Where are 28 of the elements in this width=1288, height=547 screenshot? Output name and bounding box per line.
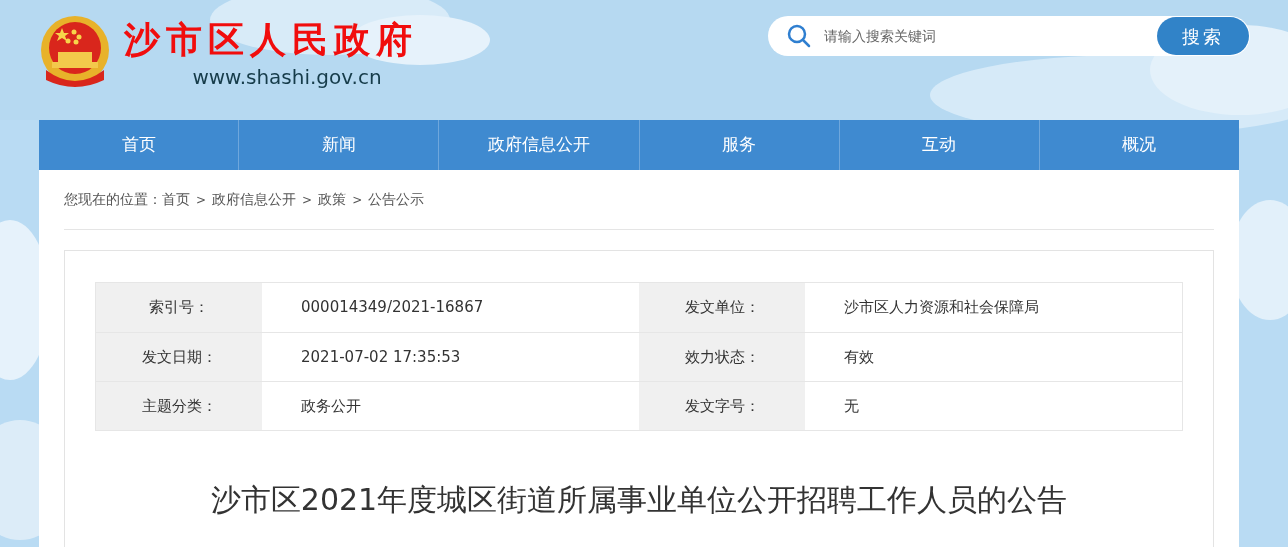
site-title: 沙市区人民政府 [124, 18, 418, 62]
site-url: www.shashi.gov.cn [192, 64, 382, 90]
search-icon [786, 23, 812, 49]
article-title: 沙市区2021年度城区街道所属事业单位公开招聘工作人员的公告 [209, 481, 1069, 519]
field-label: 发文单位： [639, 283, 805, 332]
breadcrumb-separator: > [301, 191, 314, 209]
breadcrumb-link[interactable]: 公告公示 [368, 189, 425, 210]
field-label: 发文日期： [96, 333, 262, 381]
breadcrumb-separator: > [195, 191, 208, 209]
breadcrumb-link[interactable]: 首页 [162, 189, 190, 210]
search-field[interactable]: 请输入搜索关键词 搜索 [768, 16, 1250, 56]
field-label: 主题分类： [96, 382, 262, 430]
breadcrumb-link[interactable]: 政府信息公开 [212, 189, 297, 210]
field-value: 2021-07-02 17:35:53 [300, 346, 462, 368]
field-label: 发文字号： [639, 382, 805, 430]
field-value: 000014349/2021-16867 [300, 297, 485, 319]
field-label: 索引号： [96, 283, 262, 332]
search-button[interactable]: 搜索 [1157, 17, 1249, 55]
nav-item[interactable]: 首页 [39, 120, 239, 170]
field-value: 沙市区人力资源和社会保障局 [843, 297, 1040, 319]
field-value: 政务公开 [300, 395, 362, 417]
field-value: 无 [843, 395, 860, 417]
breadcrumb-label: 您现在的位置： [64, 190, 162, 209]
breadcrumb-separator: > [351, 191, 364, 209]
emblem-icon [38, 14, 112, 90]
field-value: 有效 [843, 346, 875, 368]
breadcrumb-link[interactable]: 政策 [318, 189, 347, 210]
field-label: 效力状态： [639, 333, 805, 381]
